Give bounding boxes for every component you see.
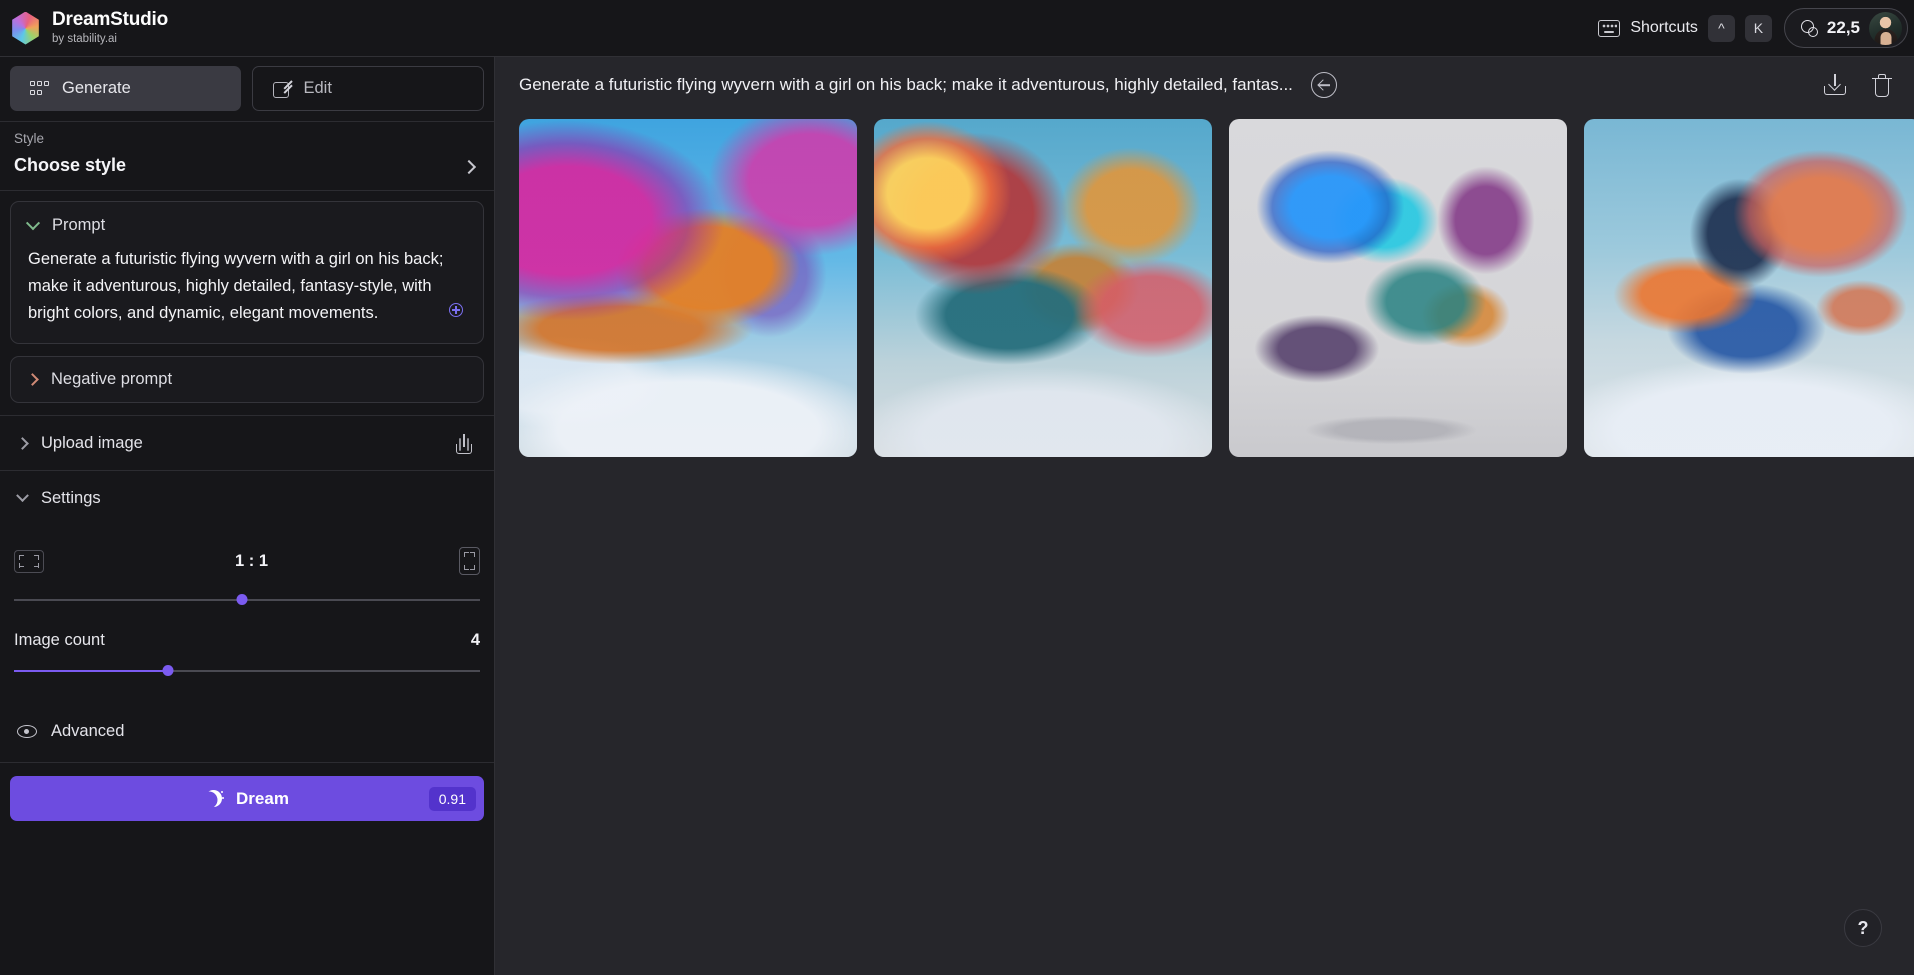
app-subtitle: by stability.ai [52,33,117,46]
results-prompt-title: Generate a futuristic flying wyvern with… [519,75,1293,94]
slider-fill [14,670,168,672]
results-header: Generate a futuristic flying wyvern with… [495,57,1914,113]
result-image-3[interactable] [1229,119,1567,457]
style-selector[interactable]: Style Choose style [0,122,494,190]
download-arrow [1828,78,1841,91]
settings-row[interactable]: Settings [0,471,494,525]
chevron-down-icon [16,488,29,502]
app-body: Generate Edit Style Choose style Prompt … [0,57,1914,975]
slider-knob[interactable] [162,665,174,676]
upload-image-row[interactable]: Upload image [0,416,494,470]
aspect-ratio-value: 1 : 1 [234,551,269,570]
pencil-edit-icon [272,80,291,98]
prompt-title: Prompt [52,216,106,234]
result-image-2[interactable] [874,119,1212,457]
aspect-ratio-slider[interactable] [14,591,480,609]
result-image-1[interactable] [519,119,857,457]
app-title: DreamStudio [52,9,169,31]
dream-cost-badge: 0.91 [428,786,476,811]
generated-artwork [519,119,857,457]
add-prompt-icon[interactable] [449,303,463,317]
stability-hexagon-logo-icon [12,11,39,45]
tab-edit-label: Edit [303,79,332,97]
shortcut-key-k: K [1744,14,1772,42]
chevron-right-icon [16,436,29,450]
tab-generate[interactable]: Generate [10,66,241,111]
tab-edit[interactable]: Edit [251,66,484,111]
dream-button-wrap: Dream 0.91 [0,762,494,821]
tab-generate-label: Generate [62,79,131,97]
generated-artwork [1584,119,1914,457]
main-content: Generate a futuristic flying wyvern with… [495,57,1914,975]
back-arrow-icon[interactable] [1310,72,1337,98]
header-actions [1824,73,1892,97]
advanced-row[interactable]: Advanced [14,702,480,741]
aspect-ratio-row: 1 : 1 [14,547,480,575]
brand-text: DreamStudio by stability.ai [52,10,168,46]
image-count-row: Image count 4 [14,631,480,650]
settings-label: Settings [41,488,101,507]
brand-logo-group[interactable]: DreamStudio by stability.ai [10,10,168,46]
delete-icon[interactable] [1872,73,1892,97]
upload-icon[interactable] [454,433,474,454]
dream-button-label: Dream [236,788,289,808]
results-grid [495,113,1914,457]
chevron-down-icon [25,215,41,230]
upload-image-label: Upload image [41,433,143,452]
dream-button[interactable]: Dream 0.91 [10,776,484,821]
help-button[interactable]: ? [1844,909,1882,947]
credits-coin-icon [1800,19,1818,37]
prompt-input[interactable]: Generate a futuristic flying wyvern with… [28,246,448,327]
prompt-card[interactable]: Prompt Generate a futuristic flying wyve… [10,201,484,344]
trash-lid [1878,73,1886,78]
chevron-right-icon [26,373,39,386]
result-image-4[interactable] [1584,119,1914,457]
image-count-slider[interactable] [14,662,480,680]
style-value: Choose style [14,155,127,175]
image-count-label: Image count [14,631,105,649]
top-bar: DreamStudio by stability.ai Shortcuts ^ … [0,0,1914,57]
landscape-frame-icon[interactable] [14,549,44,573]
keyboard-icon [1598,19,1621,37]
slider-knob[interactable] [236,594,248,605]
mode-tabs: Generate Edit [0,57,494,121]
image-count-value: 4 [470,631,480,649]
sidebar: Generate Edit Style Choose style Prompt … [0,57,495,975]
style-label: Style [14,131,45,146]
shortcuts-label: Shortcuts [1630,19,1698,36]
generated-artwork [874,119,1212,457]
negative-prompt-card[interactable]: Negative prompt [10,356,484,403]
prompt-card-header[interactable]: Prompt [25,215,466,235]
grid-icon [30,80,49,97]
portrait-frame-icon[interactable] [459,547,480,575]
credits-value: 22,5 [1826,18,1860,37]
top-bar-right: Shortcuts ^ K 22,5 [1598,8,1908,48]
shortcuts-button[interactable]: Shortcuts ^ K [1598,14,1772,42]
generated-artwork [1229,119,1567,457]
advanced-label: Advanced [51,722,125,740]
eye-icon [17,725,37,738]
negative-prompt-title: Negative prompt [51,370,173,388]
dreamstudio-app: DreamStudio by stability.ai Shortcuts ^ … [0,0,1914,975]
credits-pill[interactable]: 22,5 [1783,8,1908,48]
prompt-panel-wrap: Prompt Generate a futuristic flying wyve… [0,191,494,344]
download-icon[interactable] [1824,74,1846,96]
settings-body: 1 : 1 Image count 4 Advanced [0,525,494,741]
user-avatar[interactable] [1869,11,1902,45]
moon-icon [205,790,224,807]
shortcut-key-ctrl: ^ [1707,14,1735,42]
